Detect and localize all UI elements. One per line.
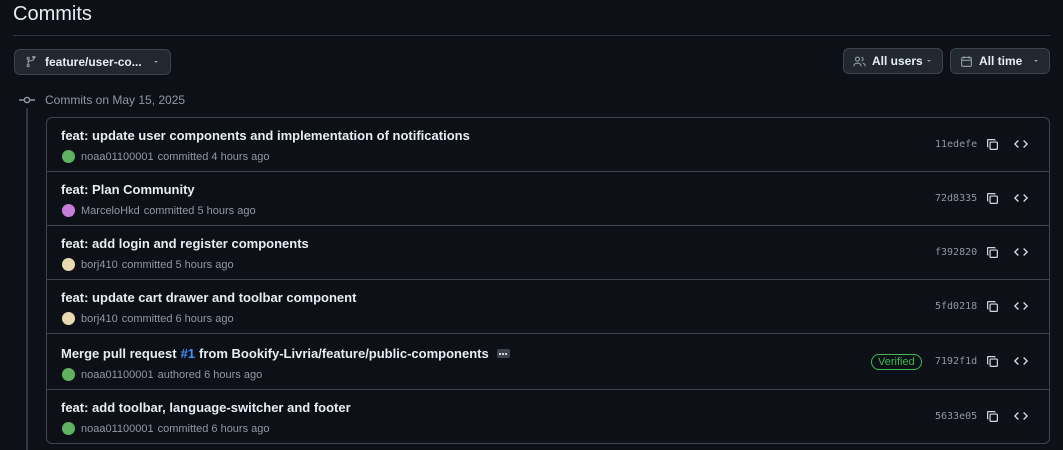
- commit-row: feat: add toolbar, language-switcher and…: [47, 390, 1049, 443]
- commit-message-link[interactable]: feat: add toolbar, language-switcher and…: [61, 400, 351, 415]
- commit-message-link[interactable]: from Bookify-Livria/feature/public-compo…: [199, 346, 489, 361]
- code-icon: [1014, 140, 1028, 148]
- commit-sha-link[interactable]: 72d8335: [935, 193, 977, 204]
- commit-meta: noaa01100001 authored 6 hours ago: [62, 368, 262, 381]
- commit-author-link[interactable]: noaa01100001: [81, 151, 154, 163]
- time-filter-button[interactable]: All time: [950, 48, 1050, 74]
- page-title: Commits: [13, 3, 92, 25]
- avatar[interactable]: [62, 258, 75, 271]
- browse-repo-button[interactable]: [1011, 242, 1031, 262]
- commit-list: feat: update user components and impleme…: [46, 117, 1050, 444]
- commit-message: Merge pull request #1 from Bookify-Livri…: [61, 346, 510, 361]
- copy-icon: [986, 192, 998, 204]
- time-filter-label: All time: [979, 54, 1023, 68]
- title-divider: [13, 35, 1050, 36]
- copy-sha-button[interactable]: [982, 406, 1002, 426]
- verified-badge[interactable]: Verified: [871, 354, 922, 370]
- commit-time: committed 6 hours ago: [157, 422, 270, 435]
- code-icon: [1014, 248, 1028, 256]
- commit-message-link[interactable]: feat: update user components and impleme…: [61, 128, 470, 143]
- commits-page: Commits feature/user-co... All users All…: [0, 0, 1063, 450]
- git-branch-icon: [26, 56, 36, 68]
- pull-request-link[interactable]: #1: [181, 346, 195, 361]
- commit-group-date: Commits on May 15, 2025: [45, 93, 186, 107]
- commit-sha-link[interactable]: 11edefe: [935, 139, 977, 150]
- commit-message-link[interactable]: feat: Plan Community: [61, 182, 195, 197]
- copy-sha-button[interactable]: [982, 242, 1002, 262]
- code-icon: [1014, 194, 1028, 202]
- copy-sha-button[interactable]: [982, 296, 1002, 316]
- copy-sha-button[interactable]: [982, 188, 1002, 208]
- commit-time: committed 5 hours ago: [143, 204, 256, 217]
- commit-meta: borj410 committed 5 hours ago: [62, 258, 234, 271]
- commit-time: authored 6 hours ago: [157, 368, 263, 381]
- avatar[interactable]: [62, 204, 75, 217]
- commit-meta: MarceloHkd committed 5 hours ago: [62, 204, 256, 217]
- browse-repo-button[interactable]: [1011, 351, 1031, 371]
- timeline-line: [26, 108, 28, 450]
- commit-author-link[interactable]: noaa01100001: [81, 369, 154, 381]
- commit-sha-link[interactable]: 5fd0218: [935, 301, 977, 312]
- commit-sha-link[interactable]: 7192f1d: [935, 356, 977, 367]
- code-icon: [1014, 412, 1028, 420]
- caret-down-icon: [154, 61, 158, 63]
- commit-row: feat: update user components and impleme…: [47, 118, 1049, 172]
- commit-time: committed 4 hours ago: [157, 150, 270, 163]
- commit-meta: noaa01100001 committed 4 hours ago: [62, 150, 270, 163]
- commit-row: feat: Plan Community MarceloHkd committe…: [47, 172, 1049, 226]
- avatar[interactable]: [62, 150, 75, 163]
- commit-sha-link[interactable]: 5633e05: [935, 411, 977, 422]
- users-filter-label: All users: [872, 54, 923, 68]
- commit-message-link[interactable]: feat: add login and register components: [61, 236, 309, 251]
- copy-icon: [986, 300, 998, 312]
- avatar[interactable]: [62, 368, 75, 381]
- commit-author-link[interactable]: borj410: [81, 259, 118, 271]
- commit-group-header: Commits on May 15, 2025: [19, 90, 185, 110]
- commit-author-link[interactable]: borj410: [81, 313, 118, 325]
- browse-repo-button[interactable]: [1011, 134, 1031, 154]
- avatar[interactable]: [62, 422, 75, 435]
- copy-sha-button[interactable]: [982, 351, 1002, 371]
- caret-down-icon: [927, 60, 931, 62]
- copy-icon: [986, 355, 998, 367]
- commit-author-link[interactable]: noaa01100001: [81, 423, 154, 435]
- copy-icon: [986, 410, 998, 422]
- commit-message-link[interactable]: feat: update cart drawer and toolbar com…: [61, 290, 356, 305]
- copy-icon: [986, 246, 998, 258]
- expand-message-button[interactable]: [496, 349, 510, 358]
- branch-selector-label: feature/user-co...: [45, 55, 142, 69]
- people-icon: [853, 55, 866, 66]
- commit-author-link[interactable]: MarceloHkd: [81, 205, 140, 217]
- commit-meta: borj410 committed 6 hours ago: [62, 312, 234, 325]
- commit-time: committed 5 hours ago: [121, 258, 234, 271]
- browse-repo-button[interactable]: [1011, 296, 1031, 316]
- commit-message-link[interactable]: Merge pull request: [61, 346, 177, 361]
- branch-selector-button[interactable]: feature/user-co...: [14, 49, 171, 75]
- git-commit-icon: [19, 96, 35, 104]
- code-icon: [1014, 302, 1028, 310]
- commit-sha-link[interactable]: f392820: [935, 247, 977, 258]
- commit-row: feat: add login and register components …: [47, 226, 1049, 280]
- caret-down-icon: [1034, 60, 1038, 62]
- copy-sha-button[interactable]: [982, 134, 1002, 154]
- code-icon: [1014, 357, 1028, 365]
- commit-row: feat: update cart drawer and toolbar com…: [47, 280, 1049, 334]
- commit-row: Merge pull request #1 from Bookify-Livri…: [47, 334, 1049, 390]
- users-filter-button[interactable]: All users: [843, 48, 943, 74]
- commit-meta: noaa01100001 committed 6 hours ago: [62, 422, 270, 435]
- copy-icon: [986, 138, 998, 150]
- commit-time: committed 6 hours ago: [121, 312, 234, 325]
- calendar-icon: [961, 55, 972, 67]
- avatar[interactable]: [62, 312, 75, 325]
- browse-repo-button[interactable]: [1011, 188, 1031, 208]
- browse-repo-button[interactable]: [1011, 406, 1031, 426]
